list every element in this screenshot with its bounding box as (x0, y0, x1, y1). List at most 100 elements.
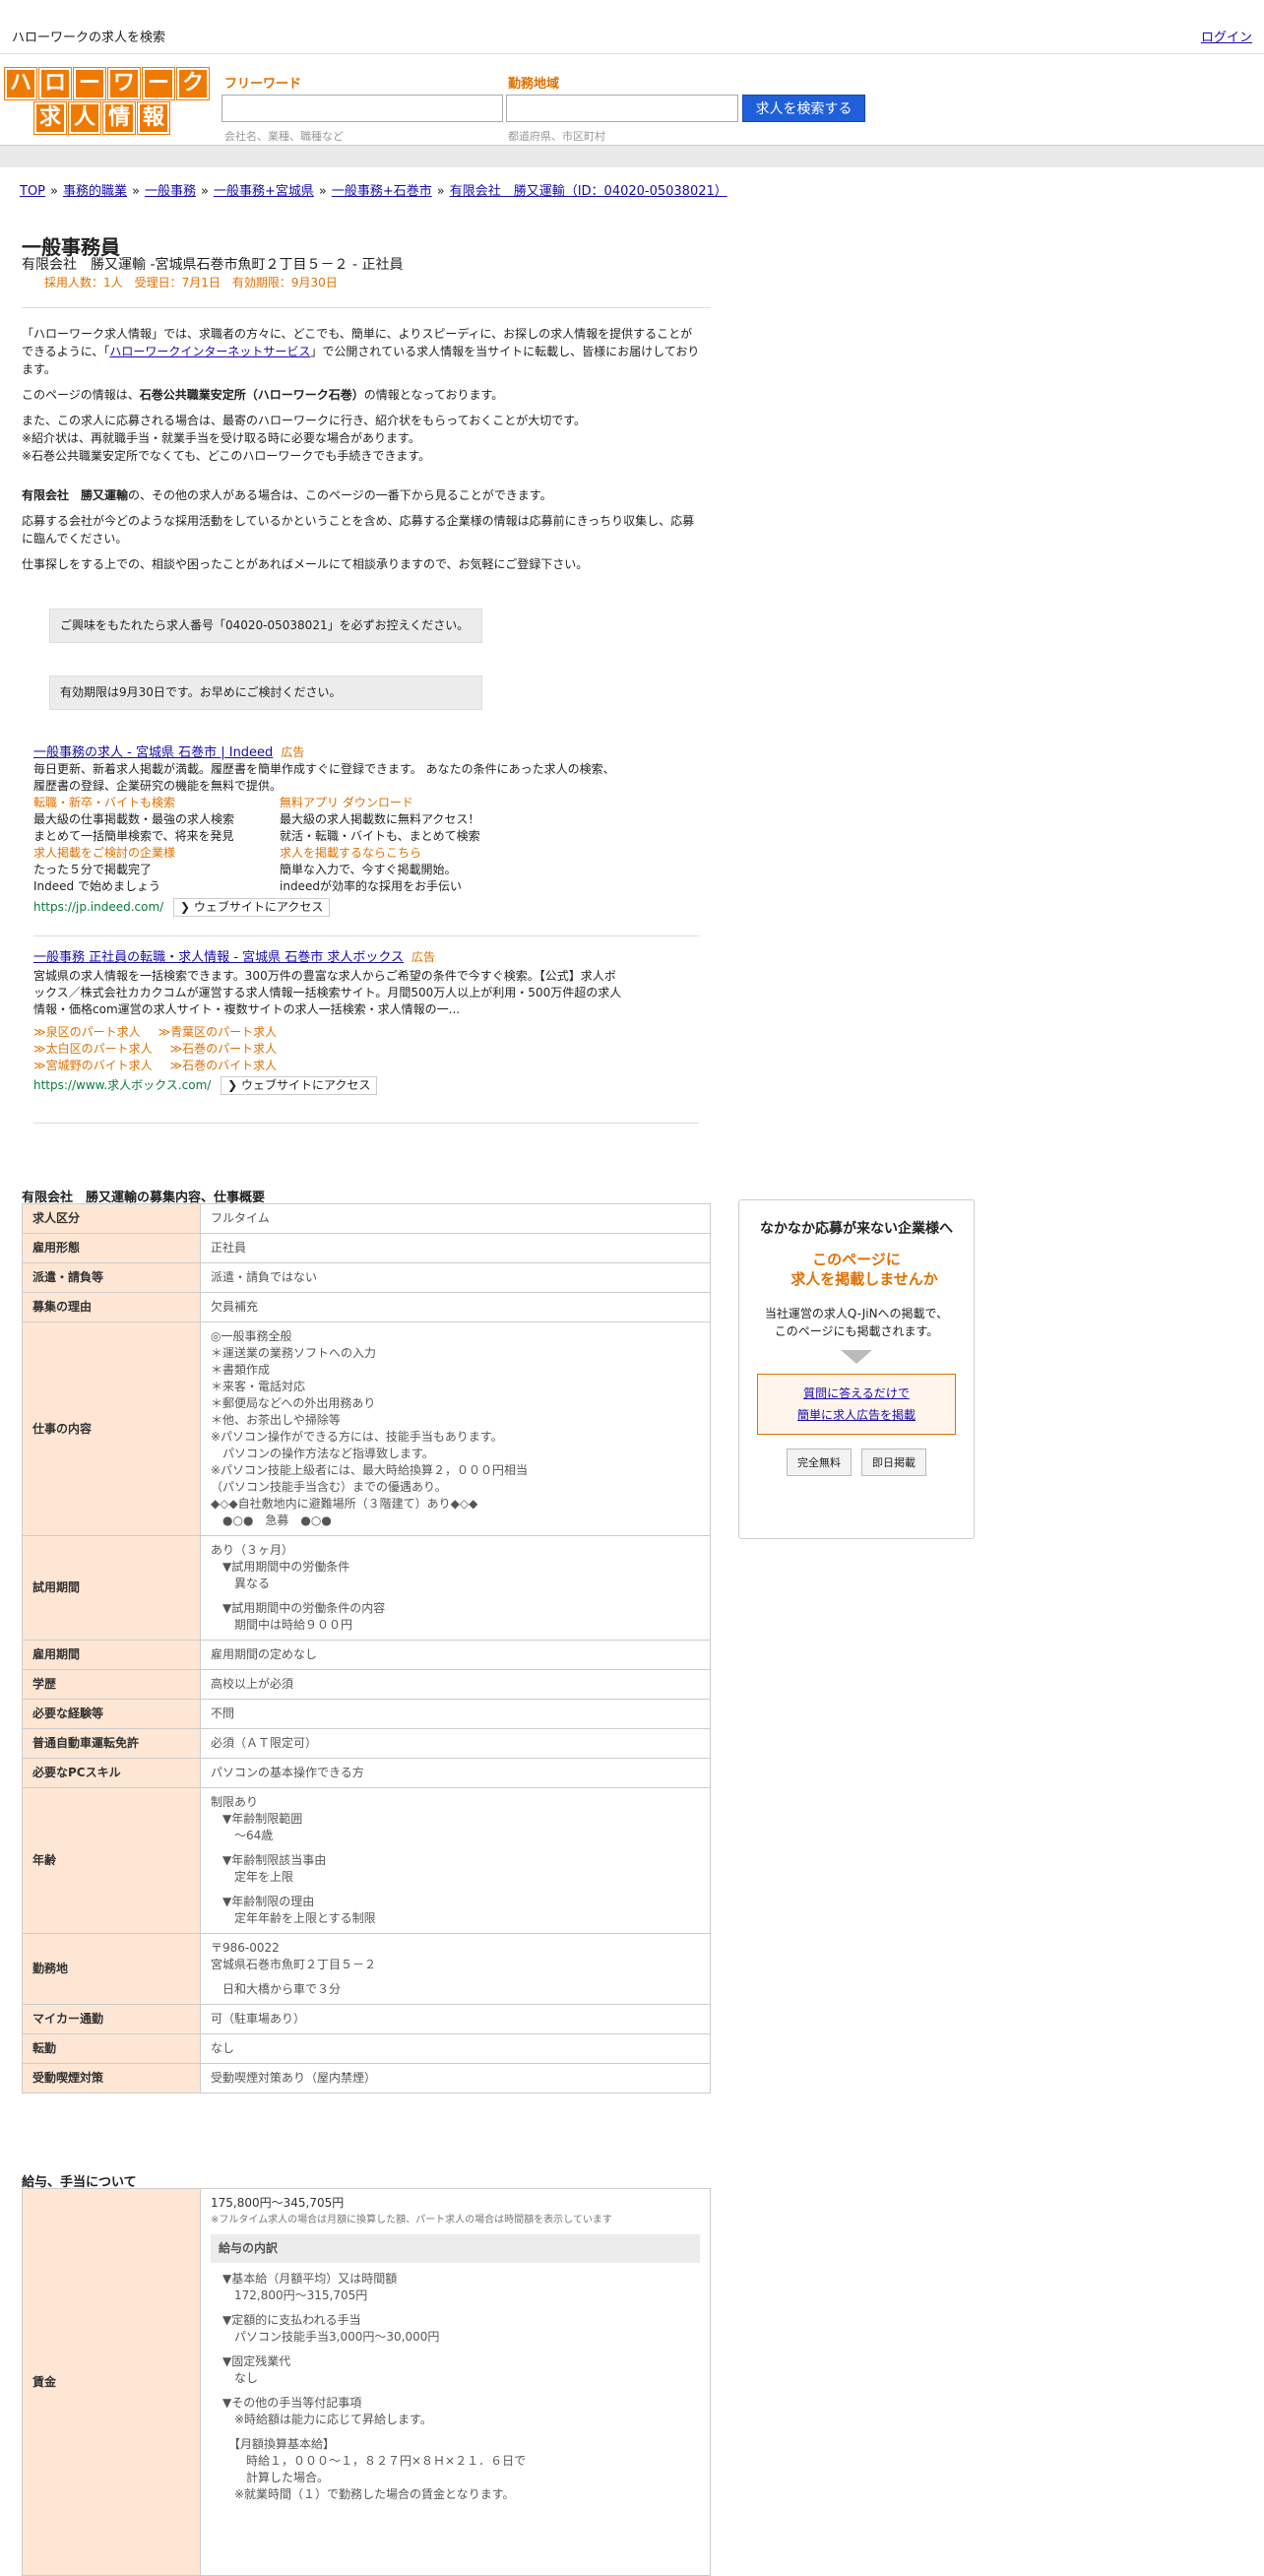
sitelink-desc: indeedが効率的な採用をお手伝い (280, 879, 462, 893)
table-row: 雇用期間 雇用期間の定めなし (22, 1640, 711, 1670)
sidebar-cta-link-1[interactable]: 質問に答えるだけで (758, 1383, 955, 1404)
breadcrumb-item[interactable]: TOP (20, 184, 45, 199)
value-line: ＊他、お茶出しや掃除等 (211, 1413, 341, 1427)
table-key: マイカー通勤 (22, 2004, 201, 2034)
ad-sitelink[interactable]: 求人を掲載するならこちら 簡単な入力で、今すぐ掲載開始。 indeedが効率的な採用… (280, 845, 526, 895)
breadcrumb-item[interactable]: 一般事務 (145, 184, 196, 199)
ad-sitelink[interactable]: 無料アプリ ダウンロード 最大級の求人掲載数に無料アクセス！ 就活・転職・バイトも、… (280, 795, 526, 845)
hellowork-internet-link[interactable]: ハローワークインターネットサービス (109, 345, 310, 358)
table-key: 勤務地 (22, 1933, 201, 2005)
sitelink-heading[interactable]: 無料アプリ ダウンロード (280, 795, 526, 811)
breadcrumb-item[interactable]: 事務的職業 (63, 184, 127, 199)
table-value: フルタイム (200, 1203, 711, 1234)
table-key: 賃金 (22, 2188, 201, 2576)
salary-range: 175,800円〜345,705円 (211, 2196, 345, 2210)
sidebar-headline: このページに 求人を掲載しませんか (739, 1250, 974, 1289)
value-line (211, 1886, 700, 1894)
sitelink[interactable]: ≫石巻のパート求人 (170, 1042, 278, 1056)
table-row: 賃金 175,800円〜345,705円 ※フルタイム求人の場合は月額に換算した… (22, 2188, 711, 2576)
value-line: ◎一般事務全般 (211, 1329, 292, 1343)
table-row: 募集の理由 欠員補充 (22, 1292, 711, 1322)
table-row: 学歴 高校以上が必須 (22, 1669, 711, 1700)
down-arrow-icon (841, 1350, 872, 1364)
value-line: 定年を上限 (211, 1870, 294, 1884)
intro-text-6b: の、その他の求人がある場合は、このページの一番下から見ることができます。 (128, 488, 552, 502)
table-key: 試用期間 (22, 1535, 201, 1641)
freeword-label: フリーワード (224, 77, 302, 92)
search-button[interactable]: 求人を検索する (742, 95, 865, 122)
free-button[interactable]: 完全無料 (787, 1449, 852, 1476)
salary-line: ▼定額的に支払われる手当 (211, 2313, 361, 2327)
value-line: 日和大橋から車で３分 (211, 1982, 342, 1996)
logo-row-2: 求人情報 (5, 102, 209, 134)
sitelink[interactable]: ≫泉区のパート求人 (33, 1025, 141, 1039)
company-name-bold: 有限会社 勝又運輸 (22, 488, 129, 502)
sitelink[interactable]: ≫青葉区のパート求人 (158, 1025, 278, 1039)
login-link[interactable]: ログイン (1201, 27, 1252, 45)
sitelink[interactable]: ≫石巻のバイト求人 (170, 1059, 278, 1072)
job-number-note: ご興味をもたれたら求人番号「04020-05038021」を必ずお控えください。 (49, 609, 482, 643)
gray-divider-bar (0, 145, 1264, 167)
ad-badge: 広告 (281, 745, 305, 759)
visit-website-button[interactable]: ❯ ウェブサイトにアクセス (173, 898, 331, 917)
divider (33, 1123, 699, 1124)
sidebar-buttons: 完全無料 即日掲載 (739, 1449, 974, 1476)
table-row: 年齢 制限あり ▼年齢制限範囲 〜64歳 ▼年齢制限該当事由 定年を上限 ▼年齢制… (22, 1787, 711, 1934)
logo-tile: 情 (103, 102, 135, 134)
salary-line: なし (211, 2371, 259, 2385)
value-line: 制限あり (211, 1795, 259, 1809)
ad-sitelinks-row-2: 求人掲載をご検討の企業様 たった５分で掲載完了 Indeed で始めましょう 求人を… (33, 845, 703, 895)
same-day-button[interactable]: 即日掲載 (861, 1449, 926, 1476)
freeword-input[interactable] (221, 95, 503, 122)
value-line: 期間中は時給９００円 (211, 1618, 353, 1632)
value-line: ●○● 急募 ●○● (211, 1513, 332, 1527)
ad-title-link[interactable]: 一般事務の求人 - 宮城県 石巻市 | Indeed (33, 745, 273, 760)
breadcrumb-item[interactable]: 一般事務+宮城県 (214, 184, 314, 199)
ad-sitelinks: ≫泉区のパート求人 ≫青葉区のパート求人 ≫太白区のパート求人 ≫石巻のパート求人 ≫宮… (33, 1024, 703, 1074)
value-line: ▼年齢制限の理由 (211, 1895, 315, 1908)
ad-sitelink[interactable]: 転職・新卒・バイトも検索 最大級の仕事掲載数・最強の求人検索 まとめて一括簡単検索で… (33, 795, 280, 845)
sitelink-heading[interactable]: 求人を掲載するならこちら (280, 845, 526, 862)
value-line: ▼年齢制限範囲 (211, 1812, 303, 1826)
sitelink-desc: まとめて一括簡単検索で、将来を発見 (33, 829, 234, 843)
breadcrumb: TOP » 事務的職業 » 一般事務 » 一般事務+宮城県 » 一般事務+石巻市 » 有限会社 勝又… (20, 180, 727, 199)
ad-sitelink[interactable]: 求人掲載をご検討の企業様 たった５分で掲載完了 Indeed で始めましょう (33, 845, 280, 895)
intro-paragraph-2: このページの情報は、石巻公共職業安定所（ハローワーク石巻）の情報となっております… (22, 386, 701, 404)
value-line: ＊郵便局などへの外出用務あり (211, 1396, 376, 1410)
ad-url[interactable]: https://www.求人ボックス.com/ (33, 1078, 211, 1092)
logo-tile: ー (143, 68, 174, 99)
salary-line: ※時給額は能力に応じて昇給します。 (211, 2413, 432, 2426)
intro-text: 「ハローワーク求人情報」では、求職者の方々に、どこでも、簡単に、よりスピーディに… (22, 325, 701, 581)
breadcrumb-separator: » (318, 184, 327, 199)
sitelink-row: ≫泉区のパート求人 ≫青葉区のパート求人 (33, 1024, 703, 1041)
sitelink-heading[interactable]: 求人掲載をご検討の企業様 (33, 845, 280, 862)
area-input[interactable] (506, 95, 738, 122)
value-line: ▼試用期間中の労働条件 (211, 1560, 350, 1574)
value-line: 〒986-0022 (211, 1941, 280, 1955)
salary-line (211, 2428, 700, 2436)
visit-website-button[interactable]: ❯ ウェブサイトにアクセス (221, 1076, 378, 1095)
value-line: 宮城県石巻市魚町２丁目５－２ (211, 1958, 377, 1971)
value-line (211, 1973, 700, 1981)
sitelink[interactable]: ≫太白区のパート求人 (33, 1042, 153, 1056)
sidebar-cta-link-2[interactable]: 簡単に求人広告を掲載 (758, 1404, 955, 1426)
table-key: 仕事の内容 (22, 1321, 201, 1536)
sitelink-heading[interactable]: 転職・新卒・バイトも検索 (33, 795, 280, 811)
table-value: 派遣・請負ではない (200, 1262, 711, 1293)
salary-line (211, 2387, 700, 2395)
table-key: 普通自動車運転免許 (22, 1728, 201, 1759)
breadcrumb-item[interactable]: 有限会社 勝又運輸（ID：04020-05038021） (450, 184, 727, 199)
value-line: ◆◇◆自社敷地内に避難場所（３階建て）あり◆◇◆ (211, 1497, 478, 1511)
sitelink[interactable]: ≫宮城野のバイト求人 (33, 1059, 153, 1072)
ad-url[interactable]: https://jp.indeed.com/ (33, 900, 163, 914)
table-row: 勤務地 〒986-0022 宮城県石巻市魚町２丁目５－２ 日和大橋から車で３分 (22, 1933, 711, 2005)
breadcrumb-separator: » (200, 184, 209, 199)
site-logo[interactable]: ハローワーク 求人情報 (5, 68, 209, 137)
sitelink-desc: 就活・転職・バイトも、まとめて検索 (280, 829, 480, 843)
logo-tile: 報 (138, 102, 169, 134)
value-line: 異なる (211, 1577, 271, 1590)
table-value: 不問 (200, 1699, 711, 1729)
ad-title-link[interactable]: 一般事務 正社員の転職・求人情報 - 宮城県 石巻市 求人ボックス (33, 950, 404, 965)
table-row: 試用期間 あり（３ヶ月） ▼試用期間中の労働条件 異なる ▼試用期間中の労働条件の… (22, 1535, 711, 1641)
breadcrumb-item[interactable]: 一般事務+石巻市 (332, 184, 432, 199)
